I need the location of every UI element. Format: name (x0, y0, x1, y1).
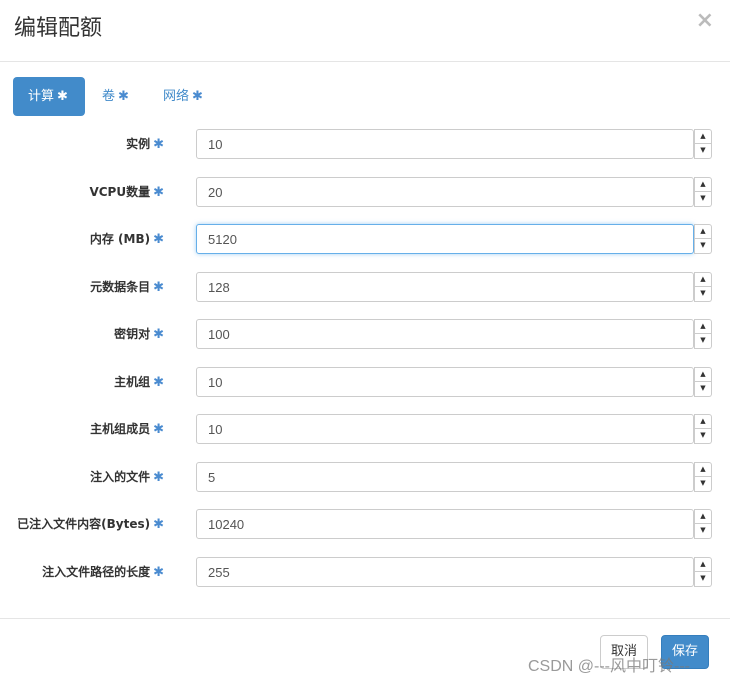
quota-number-input[interactable] (196, 557, 694, 587)
field-label-text: 注入的文件 (90, 470, 151, 484)
quota-number-input[interactable] (196, 129, 694, 159)
field-label: 密钥对 ✱ (114, 318, 164, 351)
spinner-up-icon[interactable]: ▲ (694, 367, 712, 382)
field-label: 元数据条目 ✱ (90, 271, 164, 304)
spinner-up-icon[interactable]: ▲ (694, 177, 712, 192)
spinner-up-icon[interactable]: ▲ (694, 272, 712, 287)
form-row: 内存 (MB)✱ ▲▼ (0, 223, 730, 256)
quota-number-input[interactable] (196, 462, 694, 492)
field-label-text: 已注入文件内容(Bytes) (17, 517, 151, 531)
field-label-text: 密钥对 (114, 327, 151, 341)
required-star-icon: ✱ (153, 327, 164, 342)
form-row: 密钥对✱ ▲▼ (0, 318, 730, 351)
form-row: 注入的文件✱ ▲▼ (0, 461, 730, 494)
field-label: 实例 ✱ (126, 128, 164, 161)
spinner-up-icon[interactable]: ▲ (694, 414, 712, 429)
spinner-down-icon[interactable]: ▼ (694, 382, 712, 397)
spinner-down-icon[interactable]: ▼ (694, 477, 712, 492)
field-label-text: 主机组成员 (90, 422, 151, 436)
modal-header: 编辑配额 × (0, 0, 730, 62)
field-label: 主机组 ✱ (114, 366, 164, 399)
quota-number-input[interactable] (196, 272, 694, 302)
form-row: 注入文件路径的长度✱ ▲▼ (0, 556, 730, 589)
number-spinner: ▲ ▼ (694, 557, 712, 587)
tab-network[interactable]: 网络 ✱ (163, 77, 203, 116)
form-row: 主机组成员✱ ▲▼ (0, 413, 730, 446)
spinner-down-icon[interactable]: ▼ (694, 429, 712, 444)
spinner-down-icon[interactable]: ▼ (694, 287, 712, 302)
required-star-icon: ✱ (153, 137, 164, 152)
tab-network-label: 网络 (163, 89, 190, 104)
form-row: 主机组✱ ▲▼ (0, 366, 730, 399)
required-star-icon: ✱ (153, 517, 164, 532)
spinner-up-icon[interactable]: ▲ (694, 509, 712, 524)
spinner-down-icon[interactable]: ▼ (694, 572, 712, 587)
quota-number-input[interactable] (196, 509, 694, 539)
spinner-up-icon[interactable]: ▲ (694, 224, 712, 239)
close-icon[interactable]: × (696, 8, 714, 33)
quota-number-input[interactable] (196, 177, 694, 207)
spinner-up-icon[interactable]: ▲ (694, 557, 712, 572)
tab-compute-label: 计算 (28, 89, 55, 104)
field-label-text: VCPU数量 (89, 185, 151, 199)
required-star-icon: ✱ (192, 89, 203, 104)
spinner-down-icon[interactable]: ▼ (694, 334, 712, 349)
quota-number-input[interactable] (196, 224, 694, 254)
field-label-text: 主机组 (114, 375, 151, 389)
number-spinner: ▲ ▼ (694, 414, 712, 444)
field-label-text: 注入文件路径的长度 (42, 565, 151, 579)
required-star-icon: ✱ (153, 375, 164, 390)
form-row: 实例✱ ▲▼ (0, 128, 730, 161)
spinner-down-icon[interactable]: ▼ (694, 524, 712, 539)
number-spinner: ▲ ▼ (694, 509, 712, 539)
field-label: 注入文件路径的长度 ✱ (42, 556, 164, 589)
field-label: 主机组成员 ✱ (90, 413, 164, 446)
spinner-up-icon[interactable]: ▲ (694, 319, 712, 334)
number-spinner: ▲ ▼ (694, 129, 712, 159)
form-row: VCPU数量✱ ▲▼ (0, 176, 730, 209)
spinner-down-icon[interactable]: ▼ (694, 144, 712, 159)
required-star-icon: ✱ (57, 89, 68, 104)
spinner-down-icon[interactable]: ▼ (694, 192, 712, 207)
number-spinner: ▲ ▼ (694, 177, 712, 207)
number-spinner: ▲ ▼ (694, 319, 712, 349)
watermark: CSDN @---风中叮铃--- (528, 658, 690, 675)
required-star-icon: ✱ (153, 422, 164, 437)
field-label-text: 元数据条目 (90, 280, 151, 294)
quota-number-input[interactable] (196, 414, 694, 444)
form-row: 元数据条目✱ ▲▼ (0, 271, 730, 304)
number-spinner: ▲ ▼ (694, 462, 712, 492)
form-row: 已注入文件内容(Bytes)✱ ▲▼ (0, 508, 730, 541)
spinner-down-icon[interactable]: ▼ (694, 239, 712, 254)
required-star-icon: ✱ (118, 89, 129, 104)
tab-volume-label: 卷 (102, 89, 116, 104)
field-label-text: 实例 (126, 137, 151, 151)
number-spinner: ▲ ▼ (694, 224, 712, 254)
required-star-icon: ✱ (153, 565, 164, 580)
number-spinner: ▲ ▼ (694, 272, 712, 302)
number-spinner: ▲ ▼ (694, 367, 712, 397)
field-label: VCPU数量 ✱ (89, 176, 164, 209)
modal-title: 编辑配额 (14, 16, 103, 41)
spinner-up-icon[interactable]: ▲ (694, 129, 712, 144)
field-label: 注入的文件 ✱ (90, 461, 164, 494)
field-label: 内存 (MB) ✱ (90, 223, 164, 256)
tab-compute[interactable]: 计算 ✱ (13, 77, 85, 116)
quota-number-input[interactable] (196, 319, 694, 349)
required-star-icon: ✱ (153, 185, 164, 200)
field-label: 已注入文件内容(Bytes) ✱ (17, 508, 164, 541)
required-star-icon: ✱ (153, 232, 164, 247)
quota-number-input[interactable] (196, 367, 694, 397)
required-star-icon: ✱ (153, 280, 164, 295)
spinner-up-icon[interactable]: ▲ (694, 462, 712, 477)
field-label-text: 内存 (MB) (89, 232, 151, 246)
tab-volume[interactable]: 卷 ✱ (102, 77, 129, 116)
required-star-icon: ✱ (153, 470, 164, 485)
